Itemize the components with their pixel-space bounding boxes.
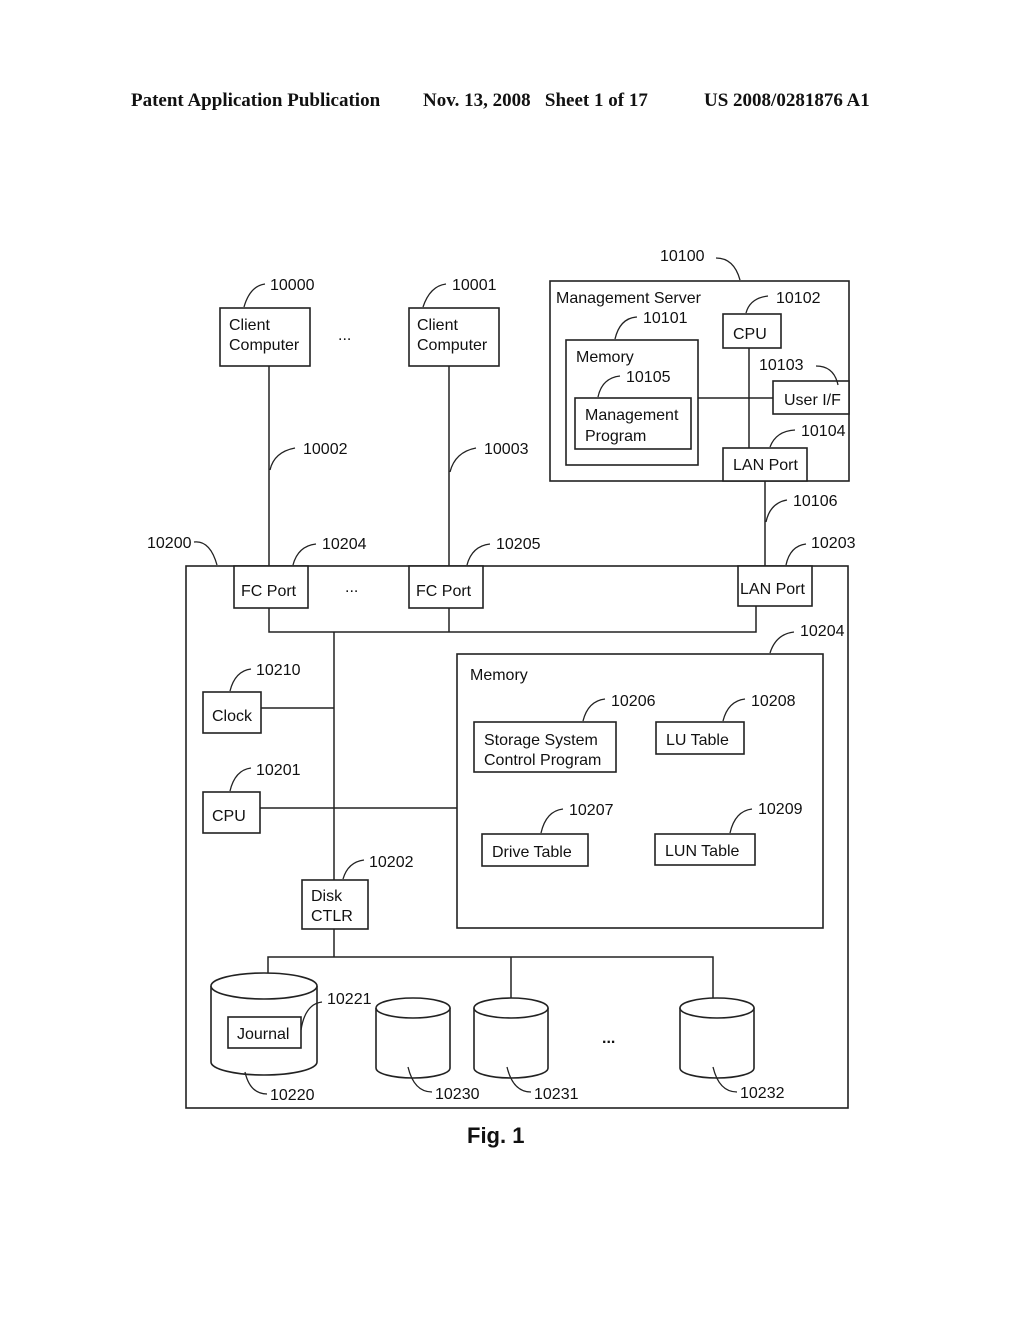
- ref-10200: 10200: [147, 535, 192, 552]
- ms-lan-port-label: LAN Port: [733, 457, 798, 474]
- management-program-line1: Management: [585, 407, 679, 424]
- ref-10202: 10202: [369, 854, 414, 871]
- ellipsis-clients: ...: [338, 327, 351, 344]
- ref-10204-memory: 10204: [800, 623, 845, 640]
- ss-memory-label: Memory: [470, 667, 528, 684]
- ref-10210: 10210: [256, 662, 301, 679]
- control-program-line1: Storage System: [484, 732, 598, 749]
- fc-port-1-label: FC Port: [241, 583, 297, 600]
- ref-10102: 10102: [776, 290, 821, 307]
- client-2-label-line1: Client: [417, 317, 458, 334]
- figure-label: Fig. 1: [467, 1123, 524, 1148]
- disk-ctlr-line2: CTLR: [311, 908, 353, 925]
- journal-label: Journal: [237, 1026, 289, 1043]
- ref-10230: 10230: [435, 1086, 480, 1103]
- management-program-line2: Program: [585, 428, 646, 445]
- client-1-label-line1: Client: [229, 317, 270, 334]
- ref-10208: 10208: [751, 693, 796, 710]
- ref-10002: 10002: [303, 441, 348, 458]
- drive-table-label: Drive Table: [492, 844, 572, 861]
- ref-10201: 10201: [256, 762, 301, 779]
- lu-table-label: LU Table: [666, 732, 729, 749]
- fc-port-2-label: FC Port: [416, 583, 472, 600]
- disk-ctlr-line1: Disk: [311, 888, 343, 905]
- ref-10101: 10101: [643, 310, 688, 327]
- ref-10232: 10232: [740, 1085, 785, 1102]
- ms-user-if-label: User I/F: [784, 392, 841, 409]
- ms-cpu-label: CPU: [733, 326, 767, 343]
- ms-memory-label: Memory: [576, 349, 634, 366]
- management-server: 10100 Management Server Memory 10101 Man…: [549, 248, 850, 482]
- ref-10106: 10106: [793, 493, 838, 510]
- client-1-label-line2: Computer: [229, 337, 300, 354]
- ref-10221: 10221: [327, 991, 372, 1008]
- ref-10209: 10209: [758, 801, 803, 818]
- ref-10204-fc: 10204: [322, 536, 367, 553]
- client-computer-2: Client Computer 10001: [408, 277, 500, 367]
- ref-10205: 10205: [496, 536, 541, 553]
- ref-10203: 10203: [811, 535, 856, 552]
- ss-cpu-label: CPU: [212, 808, 246, 825]
- clock-label: Clock: [212, 708, 253, 725]
- client-computer-1: Client Computer 10000: [219, 277, 315, 367]
- ref-10105: 10105: [626, 369, 671, 386]
- ref-10001: 10001: [452, 277, 497, 294]
- ref-10231: 10231: [534, 1086, 579, 1103]
- ref-10207: 10207: [569, 802, 614, 819]
- ref-10206: 10206: [611, 693, 656, 710]
- control-program-line2: Control Program: [484, 752, 601, 769]
- storage-system: 10200 FC Port 10204 ... FC Port 10205 LA…: [147, 535, 856, 1109]
- client-2-label-line2: Computer: [417, 337, 488, 354]
- lun-table-label: LUN Table: [665, 843, 740, 860]
- ss-lan-port-label: LAN Port: [740, 581, 805, 598]
- figure-diagram: Client Computer 10000 ... Client Compute…: [147, 248, 856, 1148]
- ref-10100: 10100: [660, 248, 705, 265]
- ref-10220: 10220: [270, 1087, 315, 1104]
- ref-10000: 10000: [270, 277, 315, 294]
- ref-10103: 10103: [759, 357, 804, 374]
- ellipsis-ports: ...: [345, 579, 358, 596]
- ref-10003: 10003: [484, 441, 529, 458]
- ref-10104: 10104: [801, 423, 846, 440]
- management-server-title: Management Server: [556, 290, 702, 307]
- ellipsis-disks: ...: [602, 1030, 615, 1047]
